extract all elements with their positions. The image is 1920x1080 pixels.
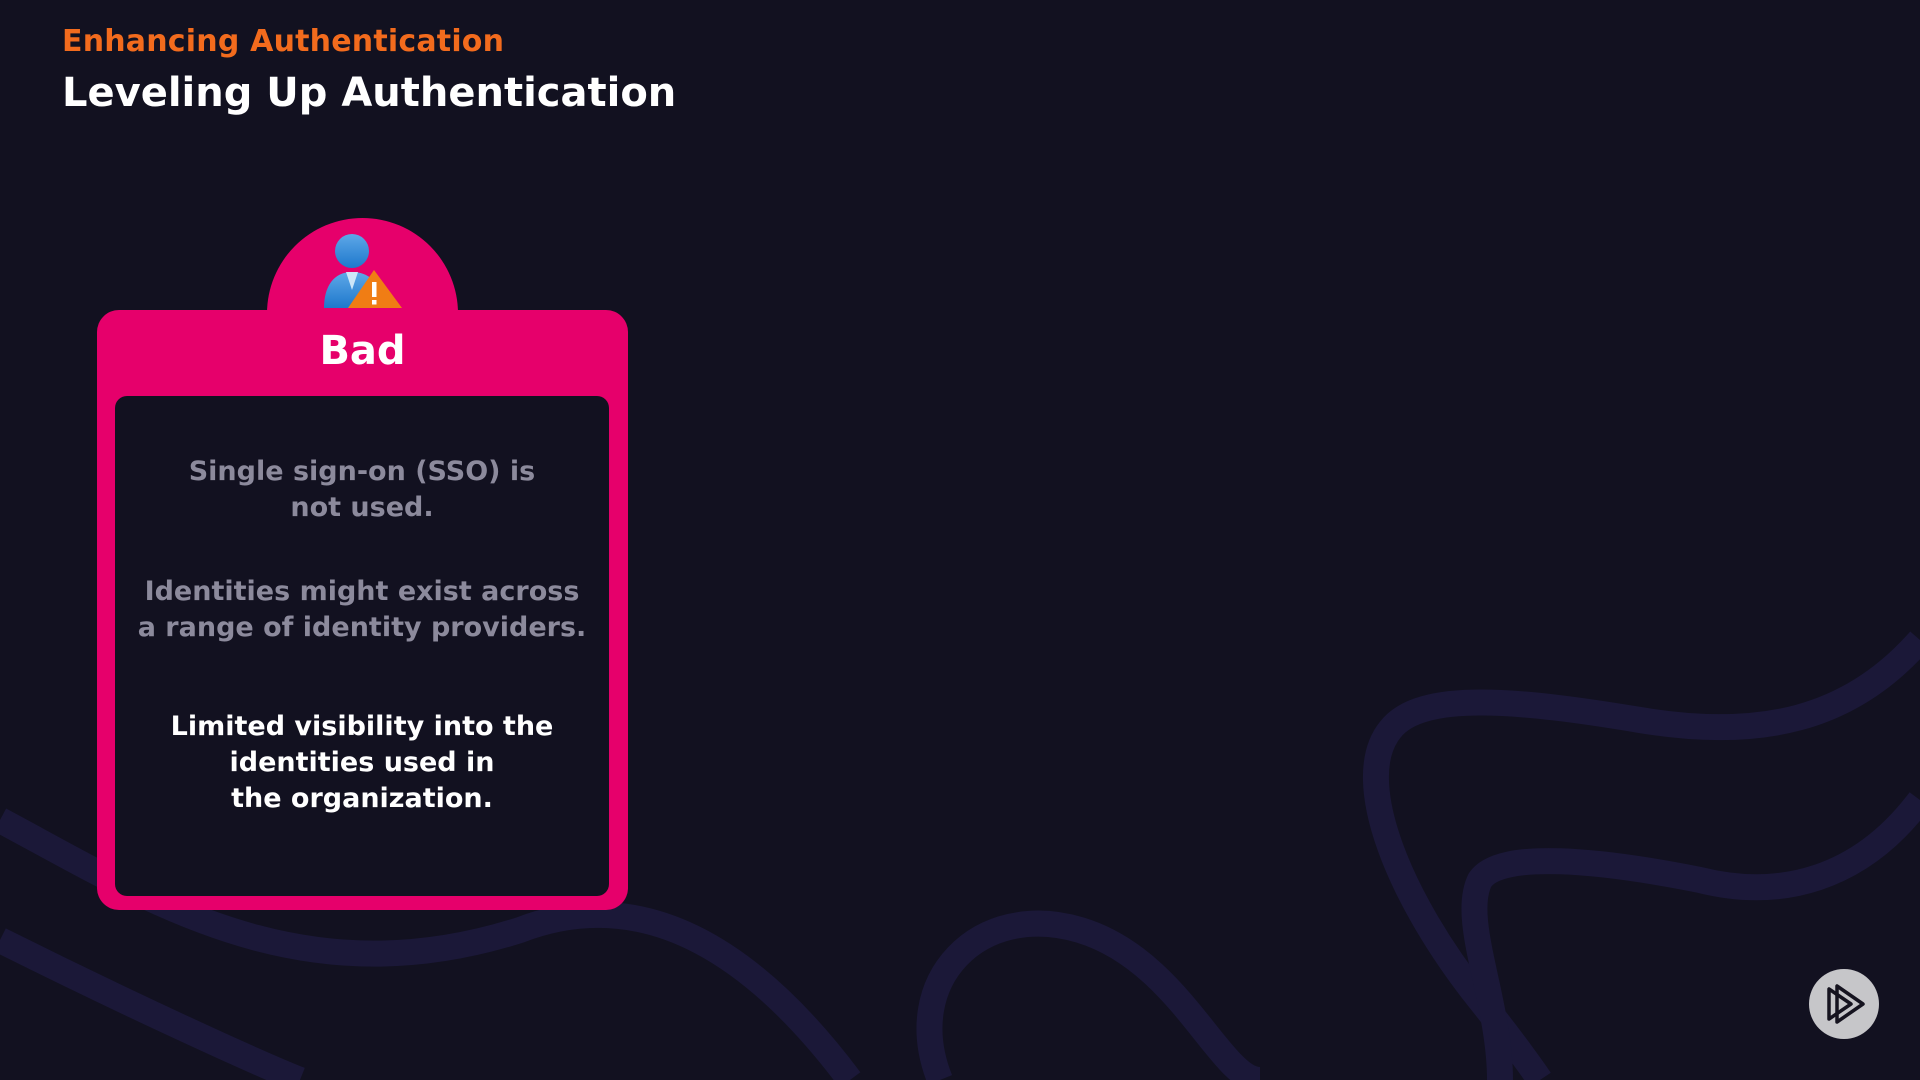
point-line: Single sign-on (SSO) is: [188, 456, 536, 487]
brand-logo: [1809, 969, 1879, 1039]
point-line: Limited visibility into the: [170, 711, 554, 742]
play-logo-icon: [1827, 984, 1865, 1024]
point-line: the organization.: [231, 783, 493, 814]
point-line: a range of identity providers.: [137, 612, 587, 643]
point-line: identities used in: [229, 747, 495, 778]
point-2: Identities might exist across a range of…: [115, 574, 609, 646]
card-title: Bad: [319, 328, 406, 374]
bad-card: Bad Single sign-on (SSO) is not used. Id…: [97, 310, 628, 910]
point-line: Identities might exist across: [144, 576, 580, 607]
point-1: Single sign-on (SSO) is not used.: [115, 454, 609, 526]
section-kicker: Enhancing Authentication: [62, 24, 505, 59]
page-title: Leveling Up Authentication: [62, 70, 677, 116]
point-3: Limited visibility into the identities u…: [115, 709, 609, 817]
user-warning-icon: [324, 234, 402, 308]
point-line: not used.: [290, 492, 434, 523]
card-body: Single sign-on (SSO) is not used. Identi…: [115, 396, 609, 896]
